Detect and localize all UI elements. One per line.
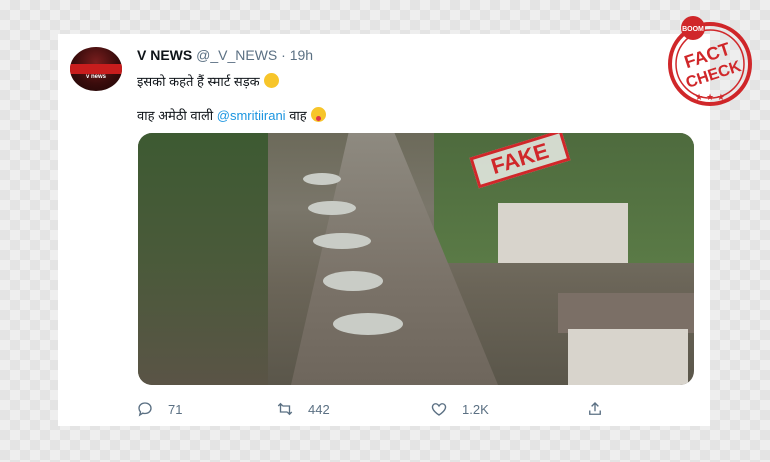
share-icon [589, 402, 601, 415]
photo-puddle [333, 313, 403, 335]
tongue-emoji [310, 107, 326, 122]
tweet-time[interactable]: 19h [290, 47, 313, 63]
avatar-text: v news [85, 74, 106, 80]
reply-button[interactable]: 71 [136, 400, 182, 418]
share-button[interactable] [586, 400, 618, 418]
reply-count: 71 [168, 401, 183, 417]
tweet-photo[interactable]: FAKE [138, 133, 694, 385]
photo-puddle [323, 271, 383, 291]
account-handle[interactable]: @_V_NEWS [196, 47, 277, 63]
stamp-top-text: BOOM [682, 26, 704, 33]
photo-puddle [303, 173, 341, 185]
tweet-actions: 71 442 1.2K [136, 400, 696, 420]
photo-trees [138, 133, 268, 385]
retweet-count: 442 [308, 401, 330, 417]
reply-icon [138, 402, 152, 417]
tweet-text-line1: इसको कहते हैं स्मार्ट सड़क [137, 72, 279, 90]
like-icon [431, 403, 447, 416]
like-button[interactable]: 1.2K [430, 400, 489, 418]
laughing-emoji [263, 73, 279, 88]
photo-roof [558, 293, 694, 333]
fact-check-stamp: BOOM FACT CHECK ★ ★ ★ [668, 16, 752, 106]
stamp-stars: ★ ★ ★ [695, 93, 725, 103]
photo-puddle [313, 233, 371, 249]
photo-puddle [308, 201, 356, 215]
tweet-text-prefix: वाह अमेठी वाली [137, 108, 214, 123]
photo-building [498, 203, 628, 263]
retweet-icon [277, 402, 293, 416]
account-name[interactable]: V NEWS [137, 47, 192, 63]
avatar-band [70, 64, 122, 74]
header-separator: · [281, 47, 286, 63]
tweet-header: V NEWS @_V_NEWS · 19h [137, 47, 313, 63]
tweet-text-suffix: वाह [289, 108, 307, 123]
like-count: 1.2K [462, 401, 489, 417]
photo-building [568, 329, 688, 385]
tweet-card: v news V NEWS @_V_NEWS · 19h इसको कहते ह… [58, 34, 710, 426]
tweet-text: इसको कहते हैं स्मार्ट सड़क [137, 74, 260, 89]
tweet-text-line2: वाह अमेठी वाली @smritiirani वाह [137, 106, 326, 124]
mention-link[interactable]: @smritiirani [217, 108, 286, 123]
avatar[interactable]: v news [70, 47, 122, 91]
retweet-button[interactable]: 442 [276, 400, 330, 418]
